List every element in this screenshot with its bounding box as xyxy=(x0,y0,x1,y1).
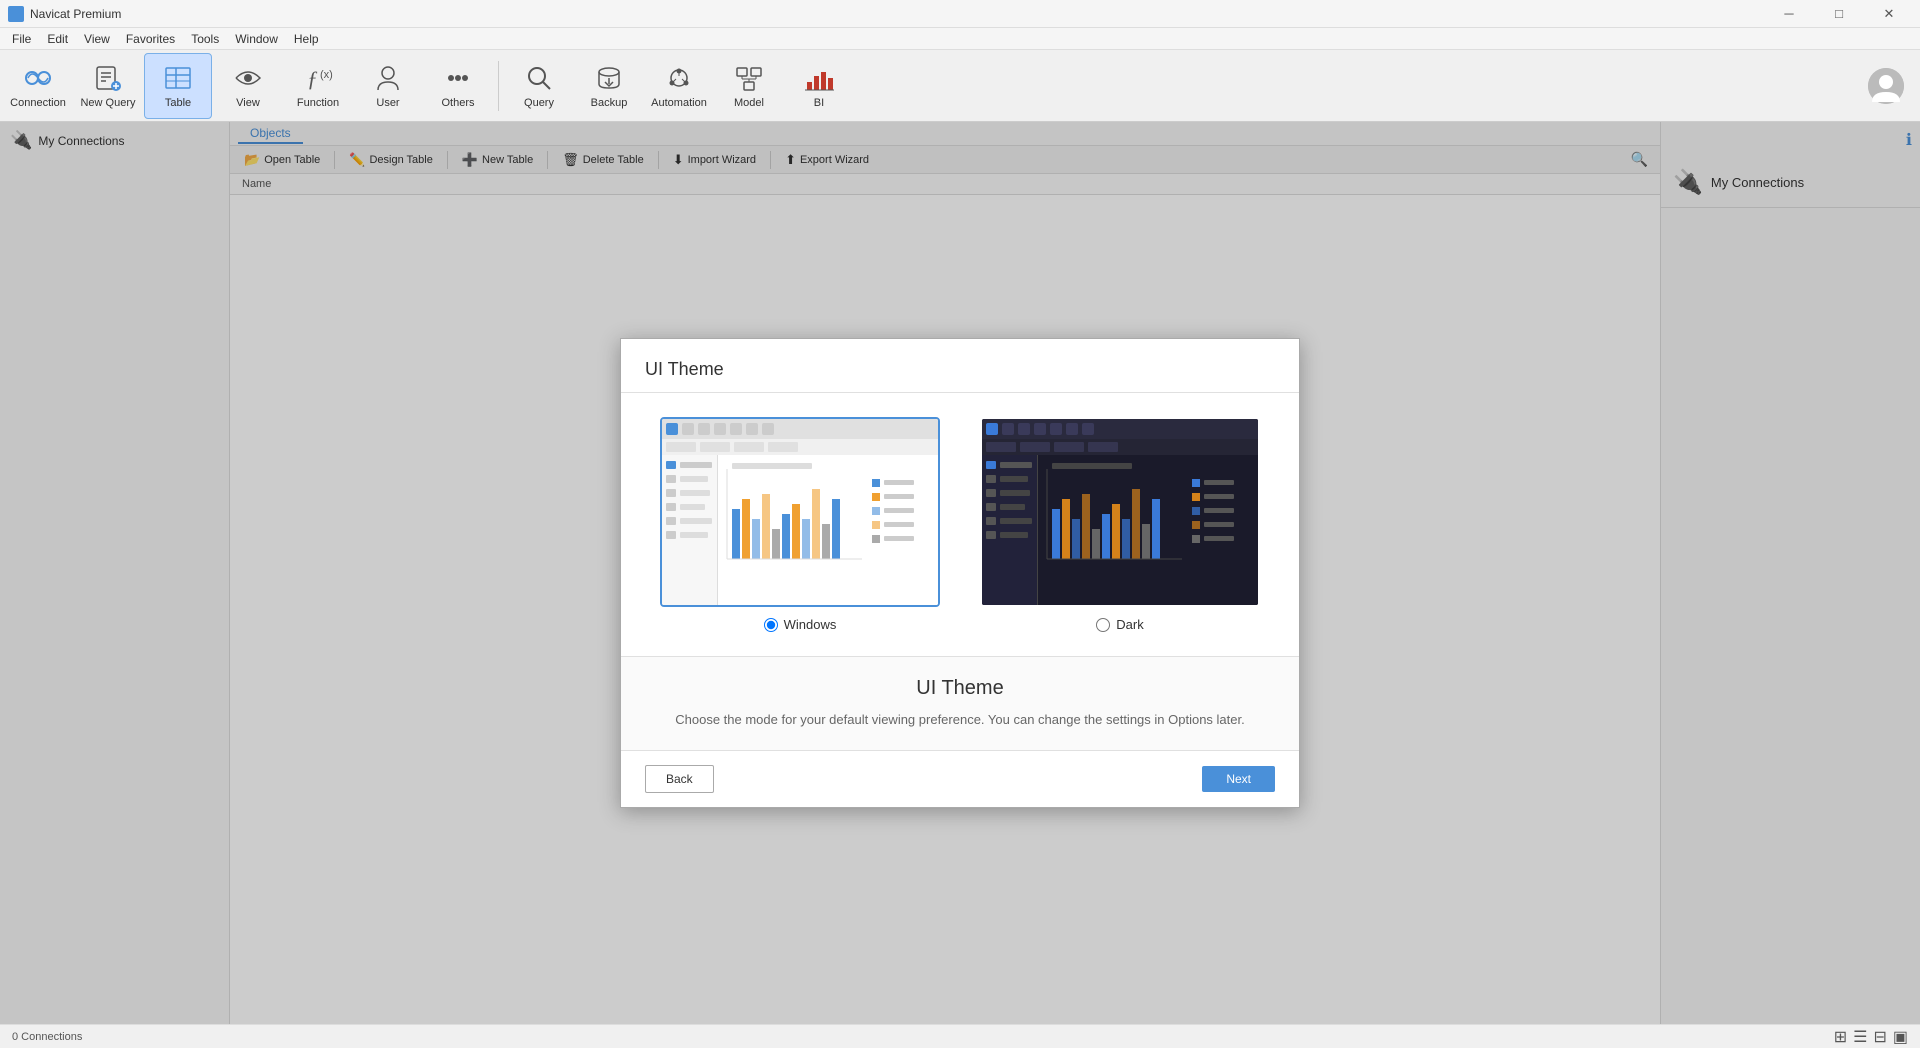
toolbar-model[interactable]: Model xyxy=(715,53,783,119)
grid-icon: ⊞ xyxy=(1834,1027,1847,1047)
bi-label: BI xyxy=(814,97,824,109)
app-icon xyxy=(8,6,24,22)
toolbar-table[interactable]: Table xyxy=(144,53,212,119)
title-bar-left: Navicat Premium xyxy=(8,6,121,22)
toolbar-others[interactable]: Others xyxy=(424,53,492,119)
connections-count: 0 Connections xyxy=(12,1031,82,1043)
view-label: View xyxy=(236,97,260,109)
dialog: UI Theme xyxy=(620,338,1300,808)
menu-window[interactable]: Window xyxy=(227,30,286,48)
menu-favorites[interactable]: Favorites xyxy=(118,30,183,48)
new-query-icon xyxy=(92,62,124,94)
svg-text:ƒ: ƒ xyxy=(307,66,318,91)
menu-bar: File Edit View Favorites Tools Window He… xyxy=(0,28,1920,50)
status-right: ⊞ ☰ ⊟ ▣ xyxy=(1834,1027,1908,1047)
maximize-button[interactable]: □ xyxy=(1816,0,1862,28)
automation-label: Automation xyxy=(651,97,707,109)
others-icon xyxy=(442,62,474,94)
query-icon xyxy=(523,62,555,94)
menu-tools[interactable]: Tools xyxy=(183,30,227,48)
dark-radio[interactable] xyxy=(1096,618,1110,632)
dialog-title-section: UI Theme xyxy=(621,339,1299,393)
connection-label: Connection xyxy=(10,97,66,109)
toolbar: Connection New Query Table xyxy=(0,50,1920,122)
back-button[interactable]: Back xyxy=(645,765,714,793)
toolbar-query[interactable]: Query xyxy=(505,53,573,119)
title-bar: Navicat Premium ─ □ ✕ xyxy=(0,0,1920,28)
bi-icon xyxy=(803,62,835,94)
menu-view[interactable]: View xyxy=(76,30,118,48)
model-icon xyxy=(733,62,765,94)
status-bar: 0 Connections ⊞ ☰ ⊟ ▣ xyxy=(0,1024,1920,1048)
title-bar-controls: ─ □ ✕ xyxy=(1766,0,1912,28)
query-label: Query xyxy=(524,97,554,109)
table-icon xyxy=(162,62,194,94)
toolbar-user[interactable]: User xyxy=(354,53,422,119)
menu-help[interactable]: Help xyxy=(286,30,327,48)
next-button[interactable]: Next xyxy=(1202,766,1275,792)
menu-file[interactable]: File xyxy=(4,30,39,48)
toolbar-bi[interactable]: BI xyxy=(785,53,853,119)
dark-theme-label: Dark xyxy=(1116,617,1143,632)
theme-option-windows[interactable]: Windows xyxy=(660,417,940,632)
function-icon: ƒ (x) xyxy=(302,62,334,94)
table-label: Table xyxy=(165,97,191,109)
view-icon xyxy=(232,62,264,94)
backup-icon xyxy=(593,62,625,94)
automation-icon xyxy=(663,62,695,94)
others-label: Others xyxy=(441,97,474,109)
model-label: Model xyxy=(734,97,764,109)
toolbar-backup[interactable]: Backup xyxy=(575,53,643,119)
windows-radio[interactable] xyxy=(764,618,778,632)
toolbar-connection[interactable]: Connection xyxy=(4,53,72,119)
main-layout: 🔌 My Connections Objects 📂 Open Table ✏️… xyxy=(0,122,1920,1024)
avatar[interactable] xyxy=(1868,68,1904,104)
toolbar-new-query[interactable]: New Query xyxy=(74,53,142,119)
dialog-body: Windows xyxy=(621,393,1299,656)
dialog-title: UI Theme xyxy=(645,359,1275,380)
user-label: User xyxy=(376,97,399,109)
toolbar-function[interactable]: ƒ (x) Function xyxy=(284,53,352,119)
toolbar-sep1 xyxy=(498,61,499,111)
connection-icon xyxy=(22,62,54,94)
windows-radio-label[interactable]: Windows xyxy=(764,617,837,632)
dialog-info-title: UI Theme xyxy=(645,677,1275,700)
list-icon: ☰ xyxy=(1853,1027,1867,1047)
theme-preview-dark xyxy=(980,417,1260,607)
dialog-info-section: UI Theme Choose the mode for your defaul… xyxy=(621,656,1299,750)
dark-radio-label[interactable]: Dark xyxy=(1096,617,1143,632)
app-title: Navicat Premium xyxy=(30,7,121,21)
detail-icon: ⊟ xyxy=(1873,1027,1886,1047)
new-query-label: New Query xyxy=(80,97,135,109)
minimize-button[interactable]: ─ xyxy=(1766,0,1812,28)
user-icon xyxy=(372,62,404,94)
taskbar-icons: ⊞ ☰ ⊟ ▣ xyxy=(1834,1027,1908,1047)
backup-label: Backup xyxy=(591,97,628,109)
theme-preview-windows xyxy=(660,417,940,607)
close-button[interactable]: ✕ xyxy=(1866,0,1912,28)
dialog-info-text: Choose the mode for your default viewing… xyxy=(645,710,1275,730)
svg-text:(x): (x) xyxy=(320,69,333,81)
dialog-footer: Back Next xyxy=(621,750,1299,807)
theme-option-dark[interactable]: Dark xyxy=(980,417,1260,632)
pane-icon: ▣ xyxy=(1893,1027,1908,1047)
function-label: Function xyxy=(297,97,339,109)
dialog-overlay: UI Theme xyxy=(0,122,1920,1024)
toolbar-automation[interactable]: Automation xyxy=(645,53,713,119)
windows-theme-label: Windows xyxy=(784,617,837,632)
menu-edit[interactable]: Edit xyxy=(39,30,76,48)
toolbar-view[interactable]: View xyxy=(214,53,282,119)
